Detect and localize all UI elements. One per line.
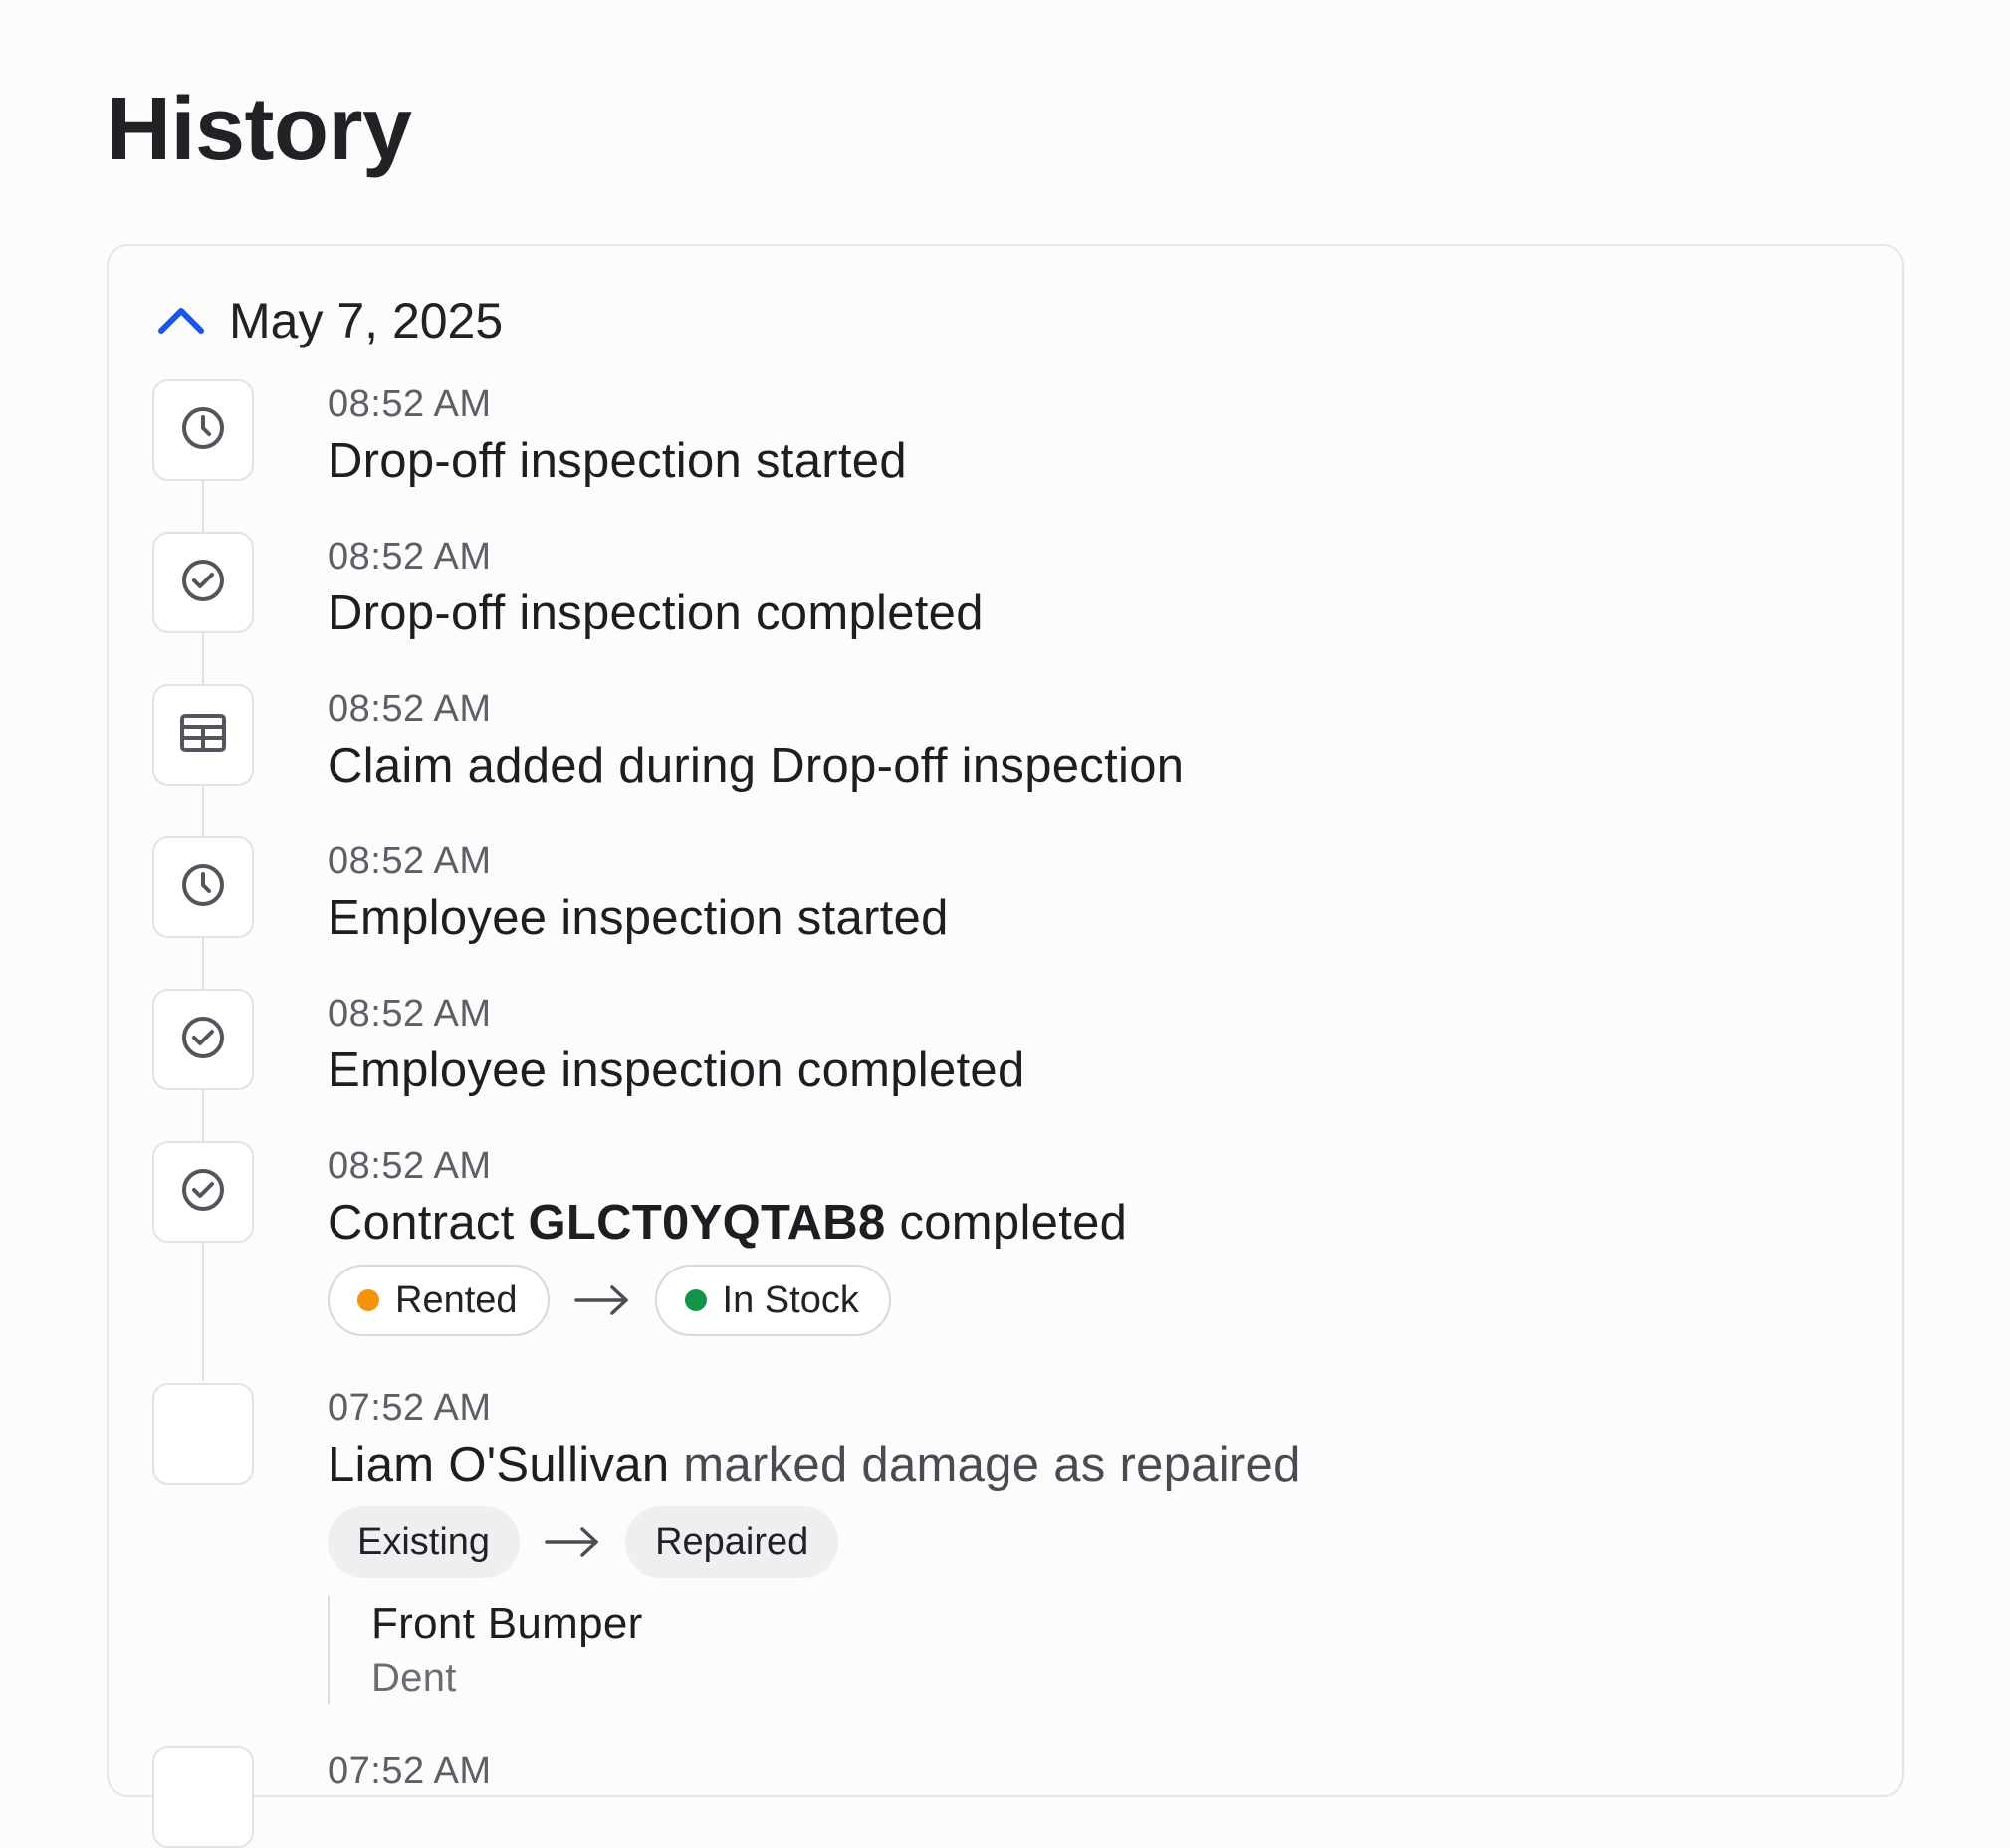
event-icon-box	[152, 1141, 254, 1243]
event-time: 08:52 AM	[328, 688, 492, 730]
status-dot-rented	[357, 1289, 379, 1311]
avatar	[152, 1746, 254, 1848]
avatar	[152, 1383, 254, 1485]
arrow-right-icon	[550, 1265, 655, 1336]
clock-icon	[178, 860, 228, 915]
event-time: 08:52 AM	[328, 383, 492, 425]
user-name: Liam O'Sullivan	[328, 1438, 670, 1492]
event-time: 07:52 AM	[328, 1387, 492, 1429]
event-icon-box	[152, 379, 254, 481]
table-icon	[178, 708, 228, 763]
status-label: In Stock	[722, 1278, 859, 1321]
event-time: 08:52 AM	[328, 993, 492, 1035]
status-change: Rented In Stock	[328, 1265, 891, 1336]
event-description: Drop-off inspection completed	[328, 586, 984, 640]
check-circle-icon	[178, 1013, 228, 1067]
event-text-prefix: Contract	[328, 1196, 529, 1250]
history-card: May 7, 2025 08:52 AM Drop-off inspection…	[107, 244, 1904, 1848]
event-text-suffix: completed	[885, 1196, 1128, 1250]
timeline-connector	[202, 1242, 204, 1381]
damage-type: Dent	[371, 1656, 457, 1700]
state-badge-from: Existing	[328, 1506, 521, 1578]
damage-detail: Front Bumper Dent	[328, 1596, 643, 1704]
page-title: History	[107, 80, 412, 179]
event-time: 08:52 AM	[328, 536, 492, 578]
day-date: May 7, 2025	[229, 293, 504, 348]
event-description: Liam O'Sullivan marked damage as repaire…	[328, 1433, 1821, 1497]
chevron-up-icon[interactable]	[155, 295, 207, 346]
arrow-right-icon	[520, 1506, 625, 1578]
event-action: marked damage as repaired	[669, 1438, 1301, 1492]
day-group-toggle[interactable]: May 7, 2025	[155, 286, 503, 355]
damage-state-change: Existing Repaired	[328, 1506, 839, 1578]
status-dot-in-stock	[684, 1289, 707, 1311]
event-time: 07:52 AM	[328, 1750, 492, 1792]
check-circle-icon	[178, 1165, 228, 1220]
event-icon-box	[152, 989, 254, 1090]
status-badge-from: Rented	[328, 1265, 550, 1336]
state-badge-to: Repaired	[625, 1506, 839, 1578]
event-icon-box	[152, 836, 254, 938]
event-time: 08:52 AM	[328, 840, 492, 882]
event-description: Drop-off inspection started	[328, 434, 907, 488]
event-description: Claim added during Drop-off inspection	[328, 739, 1185, 793]
damage-part: Front Bumper	[371, 1599, 643, 1648]
event-time: 08:52 AM	[328, 1145, 492, 1187]
event-description: Employee inspection started	[328, 891, 949, 945]
status-badge-to: In Stock	[654, 1265, 891, 1336]
event-description: Contract GLCT0YQTAB8 completed	[328, 1191, 1821, 1255]
check-circle-icon	[178, 556, 228, 610]
event-icon-box	[152, 532, 254, 633]
status-label: Rented	[395, 1278, 518, 1321]
event-icon-box	[152, 684, 254, 786]
contract-id: GLCT0YQTAB8	[528, 1196, 886, 1250]
clock-icon	[178, 403, 228, 458]
event-description: Employee inspection completed	[328, 1043, 1025, 1097]
